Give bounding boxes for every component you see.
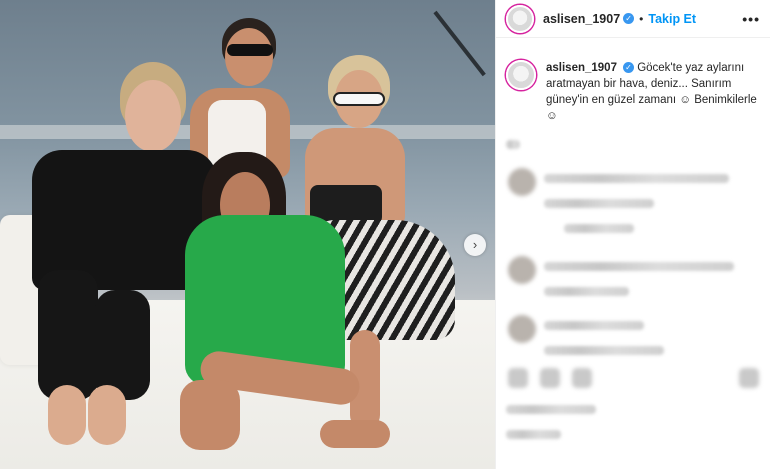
blurred-comment: [544, 321, 760, 371]
follow-button[interactable]: Takip Et: [648, 12, 696, 26]
caption-text-block: aslisen_1907 ✓ Göcek'te yaz aylarını arat…: [546, 60, 760, 124]
blurred-line: [544, 321, 644, 330]
like-icon[interactable]: [508, 368, 528, 388]
comment-icon[interactable]: [540, 368, 560, 388]
blurred-line: [544, 346, 664, 355]
blurred-action-bar: [508, 368, 592, 388]
caption: aslisen_1907 ✓ Göcek'te yaz aylarını arat…: [496, 38, 770, 124]
save-icon[interactable]: [739, 368, 759, 388]
header-username[interactable]: aslisen_1907: [543, 12, 620, 26]
blurred-line: [506, 405, 596, 414]
next-photo-arrow[interactable]: ›: [464, 234, 486, 256]
post-side-panel: aslisen_1907 ✓ • Takip Et ••• aslisen_19…: [495, 0, 770, 469]
share-icon[interactable]: [572, 368, 592, 388]
post-header: aslisen_1907 ✓ • Takip Et •••: [496, 0, 770, 38]
separator-dot: •: [639, 11, 644, 26]
more-options-icon[interactable]: •••: [742, 11, 760, 27]
blurred-line: [506, 430, 561, 439]
blurred-line: [544, 287, 629, 296]
blurred-line: [544, 262, 734, 271]
caption-verified-badge-icon: ✓: [622, 62, 634, 73]
blurred-line: [544, 174, 729, 183]
caption-avatar[interactable]: [506, 60, 536, 90]
blurred-line: [564, 224, 634, 233]
blurred-comment: [544, 174, 760, 249]
caption-username[interactable]: aslisen_1907: [546, 62, 617, 74]
blurred-line: [544, 199, 654, 208]
avatar[interactable]: [506, 4, 534, 33]
post-photo[interactable]: ›: [0, 0, 495, 469]
verified-badge-icon: ✓: [623, 13, 635, 24]
blurred-avatar: [508, 315, 536, 343]
boat-rail: [433, 10, 486, 77]
blurred-likes: [506, 405, 760, 455]
blurred-avatar: [508, 256, 536, 284]
blurred-comments: [506, 140, 760, 165]
blurred-comment: [544, 262, 760, 312]
blurred-line: [506, 140, 520, 149]
blurred-avatar: [508, 168, 536, 196]
